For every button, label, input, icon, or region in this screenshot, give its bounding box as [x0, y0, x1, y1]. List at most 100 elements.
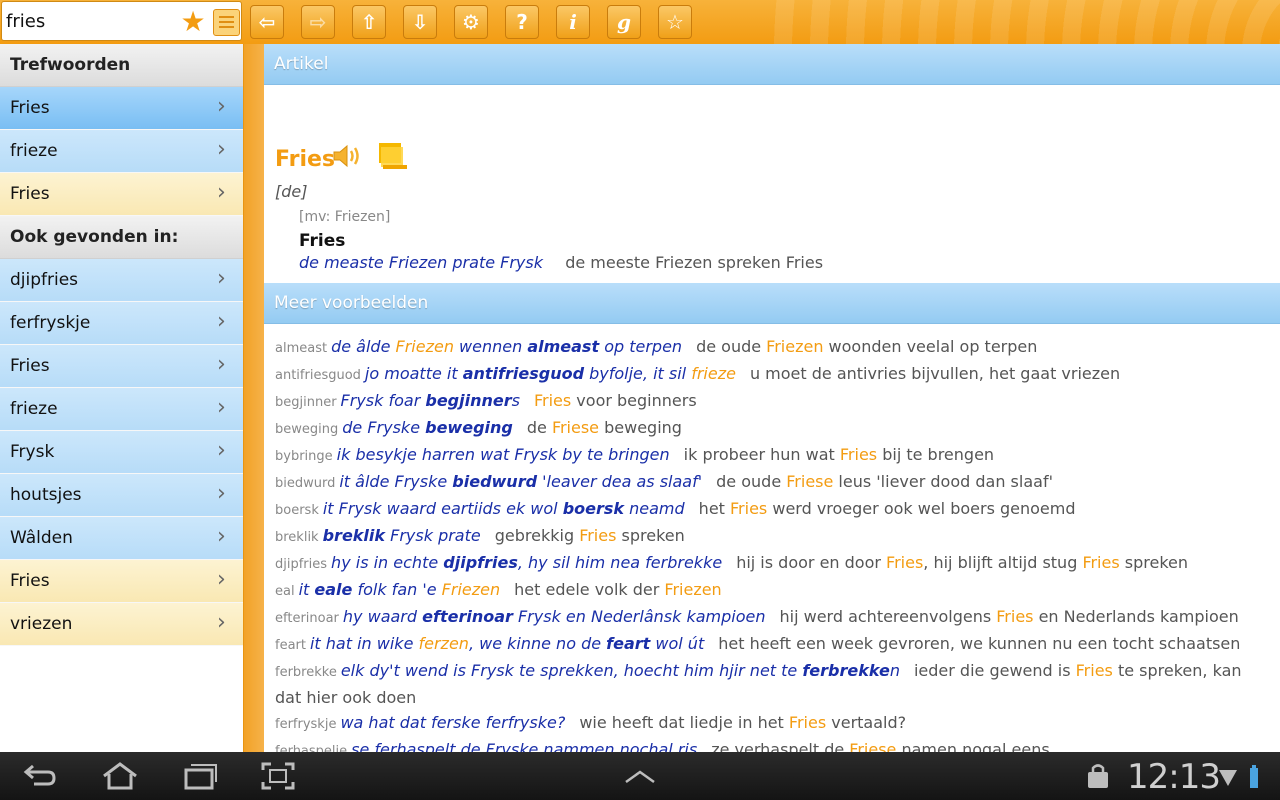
example-dutch: de oude Friese leus 'liever dood dan sla…: [716, 472, 1053, 491]
favorites-button[interactable]: ☆: [658, 5, 692, 39]
recent-apps-icon[interactable]: [180, 760, 220, 792]
example-frisian[interactable]: it eale folk fan 'e Friezen: [299, 580, 501, 599]
down-button[interactable]: ⇩: [403, 5, 437, 39]
back-nav-icon[interactable]: [20, 760, 60, 792]
sidebar-item[interactable]: vriezen ›: [0, 603, 243, 646]
grammar-button[interactable]: g: [607, 5, 641, 39]
sidebar-item[interactable]: djipfries ›: [0, 259, 243, 302]
forward-button[interactable]: ⇨: [301, 5, 335, 39]
chevron-right-icon: ›: [217, 266, 226, 291]
example-keyword[interactable]: biedwurd: [275, 476, 335, 491]
sidebar-item-label: frieze: [10, 141, 58, 161]
plural-label: [mv: Friezen]: [299, 209, 391, 225]
example-row: ferbrekke elk dy't wend is Frysk te sprek…: [275, 658, 1269, 710]
example-dutch: ik probeer hun wat Fries bij te brengen: [683, 445, 995, 464]
example-frisian[interactable]: ik besykje harren wat Frysk by te bringe…: [337, 445, 670, 464]
list-button[interactable]: [213, 9, 240, 36]
help-button[interactable]: ?: [505, 5, 539, 39]
chevron-right-icon: ›: [217, 352, 226, 377]
info-button[interactable]: i: [556, 5, 590, 39]
example-frisian[interactable]: elk dy't wend is Frysk te sprekken, hoec…: [341, 661, 900, 680]
example-keyword[interactable]: almeast: [275, 341, 327, 356]
example-dutch: het edele volk der Friezen: [514, 580, 722, 599]
home-nav-icon[interactable]: [100, 760, 140, 792]
star-icon[interactable]: ★: [179, 8, 207, 37]
example-row: breklik breklik Frysk prate gebrekkig Frie…: [275, 523, 1269, 550]
example-frisian[interactable]: se ferhaspelt de Fryske nammen nochal ri…: [351, 740, 697, 752]
example-keyword[interactable]: begjinner: [275, 395, 337, 410]
sidebar-item[interactable]: Fries ›: [0, 173, 243, 216]
example-keyword[interactable]: djipfries: [275, 557, 327, 572]
chevron-up-icon[interactable]: [620, 760, 660, 792]
sidebar-item[interactable]: frieze ›: [0, 388, 243, 431]
example-row: antifriesguod jo moatte it antifriesguod …: [275, 361, 1269, 388]
sidebar-item-label: Fries: [10, 356, 50, 376]
example-keyword[interactable]: ferhaspelje: [275, 744, 347, 752]
example-keyword[interactable]: ferfryskje: [275, 717, 336, 732]
grammar-label: [de]: [275, 182, 308, 201]
example-dutch: gebrekkig Fries spreken: [494, 526, 685, 545]
example-frisian[interactable]: de âlde Friezen wennen almeast op terpen: [331, 337, 682, 356]
example-keyword[interactable]: boersk: [275, 503, 319, 518]
sidebar-item-label: frieze: [10, 399, 58, 419]
example-dutch: u moet de antivries bijvullen, het gaat …: [749, 364, 1121, 383]
example-dutch: de oude Friezen woonden veelal op terpen: [696, 337, 1038, 356]
chevron-right-icon: ›: [217, 567, 226, 592]
example-frisian[interactable]: it Frysk waard eartiids ek wol boersk ne…: [323, 499, 685, 518]
chevron-right-icon: ›: [217, 610, 226, 635]
settings-button[interactable]: ⚙: [454, 5, 488, 39]
example-frisian[interactable]: de Fryske beweging: [342, 418, 513, 437]
example-frisian[interactable]: it hat in wike ferzen, we kinne no de fe…: [310, 634, 704, 653]
chevron-right-icon: ›: [217, 137, 226, 162]
example-row: eal it eale folk fan 'e Friezen het edele …: [275, 577, 1269, 604]
speaker-icon[interactable]: [331, 142, 363, 170]
sidebar: Trefwoorden Fries › frieze › Fries › Ook gevo…: [0, 44, 243, 752]
sidebar-item-label: Fries: [10, 571, 50, 591]
example-frisian[interactable]: hy waard efterinoar Frysk en Nederlânsk …: [343, 607, 766, 626]
example-row: begjinner Frysk foar begjinners Fries voor…: [275, 388, 1269, 415]
gears-icon: ⚙: [462, 10, 480, 34]
example-row: ferhaspelje se ferhaspelt de Fryske namme…: [275, 737, 1269, 752]
chevron-right-icon: ›: [217, 94, 226, 119]
arrow-left-icon: ⇦: [258, 10, 276, 34]
sidebar-item[interactable]: Frysk ›: [0, 431, 243, 474]
example-frisian[interactable]: breklik Frysk prate: [323, 526, 481, 545]
sidebar-item[interactable]: frieze ›: [0, 130, 243, 173]
sidebar-item-label: ferfryskje: [10, 313, 91, 333]
example-keyword[interactable]: bybringe: [275, 449, 333, 464]
search-input[interactable]: [6, 6, 171, 36]
example-frisian[interactable]: wa hat dat ferske ferfryske?: [340, 713, 565, 732]
sidebar-item[interactable]: Wâlden ›: [0, 517, 243, 560]
sidebar-item[interactable]: ferfryskje ›: [0, 302, 243, 345]
example-keyword[interactable]: beweging: [275, 422, 338, 437]
sidebar-item[interactable]: Fries ›: [0, 345, 243, 388]
flag-icon[interactable]: [377, 141, 409, 169]
example-keyword[interactable]: antifriesguod: [275, 368, 361, 383]
example-dutch: hij werd achtereenvolgens Fries en Neder…: [779, 607, 1239, 626]
example-frisian[interactable]: de measte Friezen prate Frysk: [299, 253, 543, 272]
example-frisian[interactable]: it âlde Fryske biedwurd 'leaver dea as s…: [339, 472, 702, 491]
example-keyword[interactable]: ferbrekke: [275, 665, 337, 680]
top-toolbar: ★ ⇦ ⇨ ⇧ ⇩ ⚙? i g ☆: [0, 0, 1280, 44]
sidebar-item[interactable]: houtsjes ›: [0, 474, 243, 517]
screenshot-icon[interactable]: [258, 760, 298, 792]
sidebar-item[interactable]: Fries ›: [0, 560, 243, 603]
example-keyword[interactable]: efterinoar: [275, 611, 339, 626]
up-button[interactable]: ⇧: [352, 5, 386, 39]
sidebar-heading-also-found: Ook gevonden in:: [0, 216, 243, 259]
example-row: djipfries hy is in echte djipfries, hy si…: [275, 550, 1269, 577]
article-body: Fries [de] [mv: Friezen] Fries de measte…: [264, 85, 1280, 283]
list-icon: [219, 16, 234, 18]
example-frisian[interactable]: hy is in echte djipfries, hy sil him nea…: [331, 553, 722, 572]
example-frisian[interactable]: Frysk foar begjinners: [341, 391, 520, 410]
example-row: efterinoar hy waard efterinoar Frysk en N…: [275, 604, 1269, 631]
sidebar-item[interactable]: Fries ›: [0, 87, 243, 130]
article-header: Artikel: [264, 44, 1280, 85]
back-button[interactable]: ⇦: [250, 5, 284, 39]
example-keyword[interactable]: eal: [275, 584, 295, 599]
example-dutch: het heeft een week gevroren, we kunnen n…: [718, 634, 1241, 653]
example-keyword[interactable]: feart: [275, 638, 306, 653]
pane-divider[interactable]: [243, 44, 264, 752]
example-frisian[interactable]: jo moatte it antifriesguod byfolje, it s…: [365, 364, 736, 383]
example-keyword[interactable]: breklik: [275, 530, 319, 545]
